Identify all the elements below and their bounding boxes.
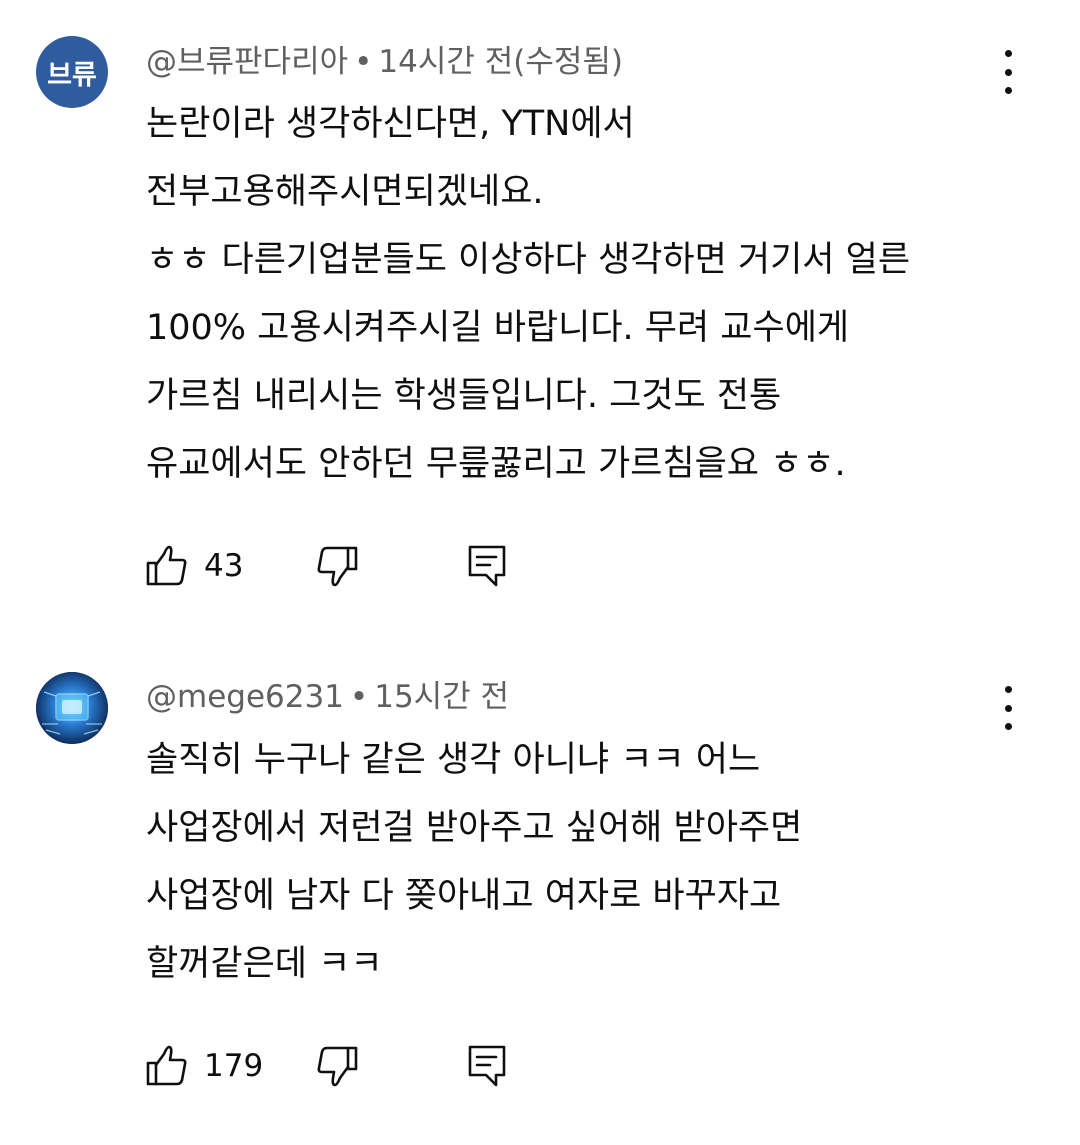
avatar-initials: 브류 [47, 59, 97, 91]
dislike-button[interactable] [316, 1044, 358, 1088]
like-button[interactable] [146, 544, 188, 588]
comment-line: ㅎㅎ 다른기업분들도 이상하다 생각하면 거기서 얼른 [146, 240, 911, 280]
comment-actions: 43 [146, 544, 546, 588]
comment-line: 100% 고용시켜주시길 바랍니다. 무려 교수에게 [146, 308, 850, 348]
comment-timestamp[interactable]: 15시간 전 [374, 679, 509, 715]
meta-separator: • [354, 44, 373, 80]
thumbs-down-icon [317, 546, 358, 587]
more-vertical-icon [1004, 50, 1012, 57]
reply-button[interactable] [466, 544, 508, 588]
comment-line: 할꺼같은데 ㅋㅋ [146, 944, 383, 984]
more-options-button[interactable] [990, 686, 1026, 730]
comment-timestamp[interactable]: 14시간 전(수정됨) [378, 44, 623, 80]
author-handle[interactable]: @브류판다리아 [146, 44, 348, 80]
avatar[interactable]: 브류 [36, 36, 108, 108]
comment-meta: @브류판다리아 • 14시간 전(수정됨) [146, 42, 623, 82]
avatar-image [36, 672, 108, 744]
comment-text: 논란이라 생각하신다면, YTN에서 전부고용해주시면되겠네요. ㅎㅎ 다른기업… [146, 90, 1046, 498]
comment-line: 유교에서도 안하던 무릎꿇리고 가르침을요 ㅎㅎ. [146, 444, 846, 484]
like-button[interactable] [146, 1044, 188, 1088]
reply-button[interactable] [466, 1044, 508, 1088]
avatar[interactable] [36, 672, 108, 744]
reply-comment-icon [468, 1045, 506, 1087]
comment-meta: @mege6231 • 15시간 전 [146, 677, 509, 717]
author-handle[interactable]: @mege6231 [146, 679, 344, 715]
comment-line: 논란이라 생각하신다면, YTN에서 [146, 104, 635, 144]
comment-text: 솔직히 누구나 같은 생각 아니냐 ㅋㅋ 어느 사업장에서 저런걸 받아주고 싶… [146, 726, 1046, 998]
comment-line: 전부고용해주시면되겠네요. [146, 172, 544, 212]
thumbs-up-icon [146, 545, 187, 586]
like-count: 43 [204, 548, 244, 584]
thumbs-down-icon [317, 1046, 358, 1087]
meta-separator: • [349, 679, 369, 715]
like-count: 179 [204, 1048, 264, 1084]
comment-line: 사업장에 남자 다 쫒아내고 여자로 바꾸자고 [146, 876, 782, 916]
comment-actions: 179 [146, 1044, 546, 1088]
comment-line: 사업장에서 저런걸 받아주고 싶어해 받아주면 [146, 808, 803, 848]
more-options-button[interactable] [990, 50, 1026, 94]
comment-line: 가르침 내리시는 학생들입니다. 그것도 전통 [146, 376, 782, 416]
more-dot [1004, 68, 1012, 76]
comment-line: 솔직히 누구나 같은 생각 아니냐 ㅋㅋ 어느 [146, 740, 761, 780]
reply-comment-icon [468, 545, 506, 587]
more-dot [1004, 704, 1012, 712]
dislike-button[interactable] [316, 544, 358, 588]
thumbs-up-icon [146, 1045, 187, 1086]
more-vertical-icon [1004, 686, 1012, 693]
